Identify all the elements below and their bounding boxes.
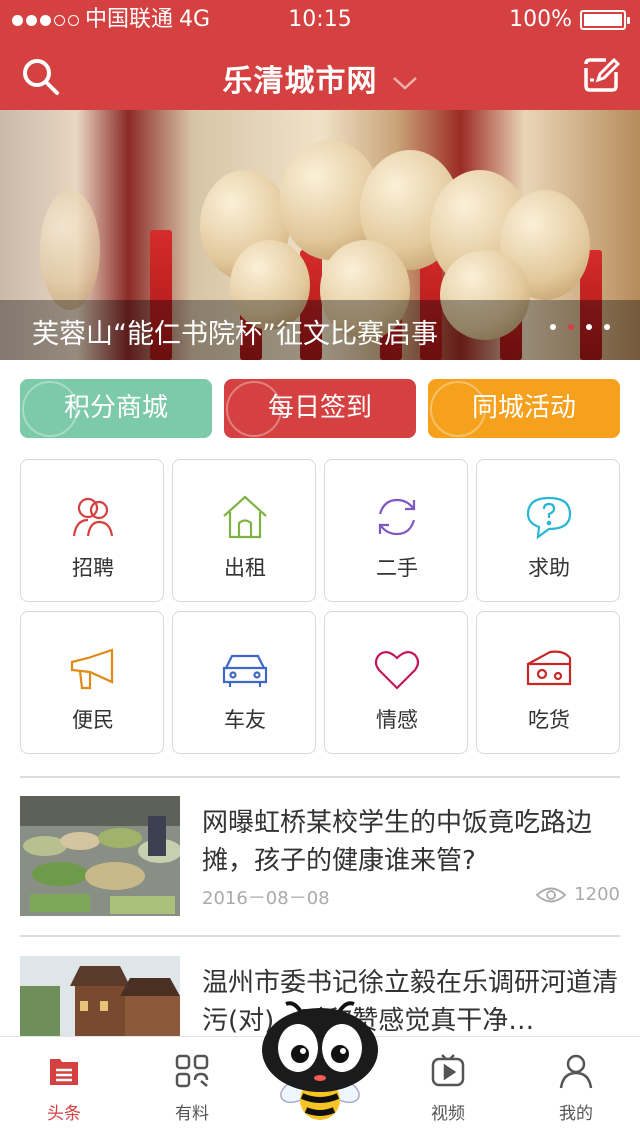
banner-title: 芙蓉山“能仁书院杯”征文比赛启事 — [32, 319, 438, 350]
banner-pager — [550, 324, 610, 330]
battery-percent: 100% — [509, 7, 572, 32]
house-icon — [223, 495, 267, 539]
news-thumbnail — [20, 956, 180, 1036]
building-icon — [430, 381, 486, 437]
category-help[interactable]: 求助 — [476, 459, 620, 602]
eye-icon — [536, 887, 567, 902]
tab-label: 头条 — [47, 1104, 81, 1124]
category-food[interactable]: 吃货 — [476, 611, 620, 754]
category-recruit[interactable]: 招聘 — [20, 459, 164, 602]
edit-icon[interactable] — [580, 54, 622, 96]
category-convenience[interactable]: 便民 — [20, 611, 164, 754]
category-label: 招聘 — [72, 556, 114, 580]
news-headline: 网曝虹桥某校学生的中饭竟吃路边摊，孩子的健康谁来管? — [202, 808, 593, 876]
page-title: 乐清城市网 — [222, 64, 378, 99]
tab-label: 有料 — [175, 1104, 209, 1124]
news-date: 2016－08－08 — [202, 888, 330, 909]
divider — [20, 935, 620, 937]
points-mall-button[interactable]: 积分商城 — [20, 379, 212, 438]
category-label: 二手 — [376, 556, 418, 580]
category-label: 求助 — [528, 556, 570, 580]
bee-mascot-icon[interactable] — [256, 996, 384, 1124]
news-views: 1200 — [536, 884, 620, 905]
tab-profile[interactable]: 我的 — [512, 1037, 640, 1136]
news-thumbnail — [20, 796, 180, 916]
headlines-icon — [50, 1059, 78, 1085]
tab-headlines[interactable]: 头条 — [0, 1037, 128, 1136]
pager-dot — [550, 324, 556, 330]
city-selector[interactable]: 乐清城市网 — [0, 56, 640, 100]
navbar: 乐清城市网 — [0, 40, 640, 110]
car-icon — [222, 654, 268, 687]
quick-label: 同城活动 — [471, 393, 576, 423]
battery-icon — [580, 10, 630, 30]
category-label: 便民 — [72, 708, 114, 732]
grid-icon — [175, 1054, 209, 1088]
header: 中国联通 4G 10:15 100% 乐清城市网 — [0, 0, 640, 110]
status-right: 100% — [509, 0, 630, 40]
category-secondhand[interactable]: 二手 — [324, 459, 468, 602]
pager-dot — [586, 324, 592, 330]
tab-label: 视频 — [431, 1104, 465, 1124]
category-emotion[interactable]: 情感 — [324, 611, 468, 754]
banner-carousel[interactable]: 芙蓉山“能仁书院杯”征文比赛启事 — [0, 110, 640, 360]
category-label: 出租 — [224, 556, 266, 580]
category-label: 情感 — [376, 708, 418, 732]
status-bar: 中国联通 4G 10:15 100% — [0, 0, 640, 40]
banner-caption: 芙蓉山“能仁书院杯”征文比赛启事 — [0, 300, 640, 360]
news-item[interactable]: 网曝虹桥某校学生的中饭竟吃路边摊，孩子的健康谁来管? 2016－08－08 12… — [20, 796, 620, 916]
people-icon — [72, 497, 114, 537]
tab-content[interactable]: 有料 — [128, 1037, 256, 1136]
user-icon — [559, 1054, 593, 1089]
category-rent[interactable]: 出租 — [172, 459, 316, 602]
category-label: 车友 — [224, 708, 266, 732]
tab-video[interactable]: 视频 — [384, 1037, 512, 1136]
megaphone-icon — [70, 648, 114, 690]
chevron-down-icon — [392, 76, 417, 90]
city-events-button[interactable]: 同城活动 — [428, 379, 620, 438]
quick-label: 每日签到 — [267, 393, 372, 423]
daily-checkin-button[interactable]: 每日签到 — [224, 379, 416, 438]
heart-icon — [374, 651, 420, 690]
cart-icon — [22, 381, 78, 437]
news-view-count: 1200 — [574, 884, 620, 905]
divider — [20, 776, 620, 778]
checkin-icon — [226, 381, 282, 437]
pager-dot — [604, 324, 610, 330]
cheese-icon — [526, 650, 572, 686]
pager-dot-active — [568, 324, 574, 330]
recycle-icon — [378, 498, 416, 536]
quick-label: 积分商城 — [63, 393, 168, 423]
question-bubble-icon — [526, 496, 572, 540]
video-icon — [431, 1054, 465, 1087]
tab-label: 我的 — [559, 1104, 593, 1124]
category-label: 吃货 — [528, 708, 570, 732]
category-carpool[interactable]: 车友 — [172, 611, 316, 754]
